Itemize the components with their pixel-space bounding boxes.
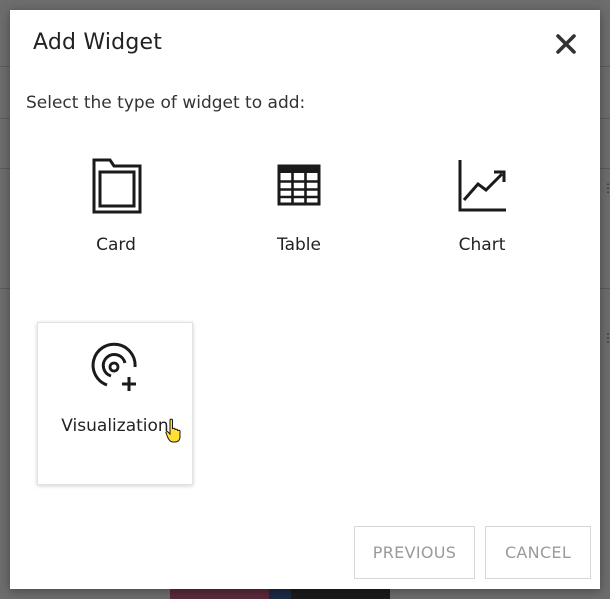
table-icon bbox=[271, 158, 327, 214]
dialog-title: Add Widget bbox=[33, 30, 163, 55]
widget-option-label: Visualization bbox=[61, 416, 169, 436]
close-icon bbox=[556, 34, 576, 54]
widget-option-label: Card bbox=[96, 235, 136, 255]
add-widget-dialog: Add Widget Select the type of widget to … bbox=[10, 10, 600, 589]
previous-button[interactable]: PREVIOUS bbox=[354, 526, 475, 579]
backdrop-content bbox=[170, 589, 390, 599]
widget-option-chart[interactable]: Chart bbox=[404, 142, 560, 305]
dialog-subtitle: Select the type of widget to add: bbox=[26, 93, 306, 113]
widget-option-label: Table bbox=[277, 235, 321, 255]
widget-option-card[interactable]: Card bbox=[38, 142, 194, 305]
close-button[interactable] bbox=[554, 32, 578, 56]
widget-option-visualization[interactable]: Visualization bbox=[37, 322, 193, 485]
card-icon bbox=[88, 158, 144, 214]
visualization-add-icon bbox=[87, 339, 143, 395]
backdrop-drag-handle-icon: ⋮ bbox=[602, 331, 610, 345]
widget-option-table[interactable]: Table bbox=[221, 142, 377, 305]
cancel-button[interactable]: CANCEL bbox=[485, 526, 591, 579]
chart-icon bbox=[454, 158, 510, 214]
backdrop-drag-handle-icon: ⋮ bbox=[602, 181, 610, 195]
widget-option-label: Chart bbox=[458, 235, 506, 255]
